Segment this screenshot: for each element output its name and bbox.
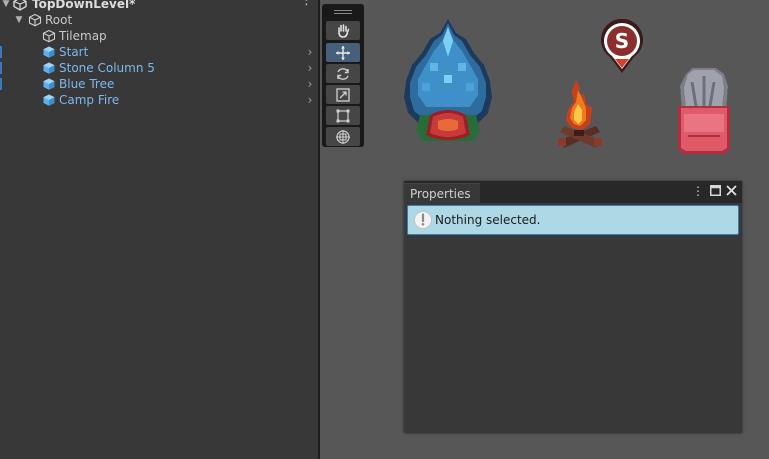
- gameobject-icon: [28, 13, 42, 27]
- hierarchy-item-tilemap[interactable]: Tilemap: [0, 28, 318, 44]
- expand-caret-icon[interactable]: ▼: [1, 0, 11, 12]
- move-tool-button[interactable]: [326, 43, 360, 62]
- stone-column-sprite[interactable]: [676, 66, 732, 156]
- hierarchy-panel: ▼ TopDownLevel* ⋮ ▼ Root Tilemap Start ›…: [0, 0, 318, 459]
- info-message: Nothing selected.: [435, 213, 541, 227]
- hierarchy-item-label: Root: [45, 13, 73, 27]
- info-helpbox: Nothing selected.: [407, 205, 739, 235]
- close-icon[interactable]: [724, 184, 738, 198]
- start-marker-letter: S: [615, 29, 629, 53]
- expand-caret-icon[interactable]: ▼: [14, 12, 24, 28]
- unity-scene-icon: [13, 0, 27, 11]
- chevron-right-icon[interactable]: ›: [304, 92, 316, 108]
- prefab-override-marker: [0, 46, 2, 58]
- rotate-tool-button[interactable]: [326, 64, 360, 83]
- move-icon: [336, 45, 350, 60]
- overlay-grip[interactable]: [334, 10, 352, 11]
- chevron-right-icon[interactable]: ›: [304, 76, 316, 92]
- hierarchy-item-label: Tilemap: [59, 29, 107, 43]
- prefab-override-marker: [0, 62, 2, 74]
- hand-tool-button[interactable]: [326, 21, 360, 40]
- tools-overlay: [322, 4, 364, 147]
- tab-properties[interactable]: Properties: [404, 183, 480, 203]
- scale-tool-button[interactable]: [326, 85, 360, 104]
- hierarchy-item-blue-tree[interactable]: Blue Tree ›: [0, 76, 318, 92]
- hand-icon: [338, 23, 350, 38]
- hierarchy-item-start[interactable]: Start ›: [0, 44, 318, 60]
- camp-fire-sprite[interactable]: [556, 78, 604, 150]
- start-marker-icon[interactable]: S: [598, 19, 646, 75]
- scale-icon: [336, 87, 350, 102]
- hierarchy-item-label: Blue Tree: [59, 77, 115, 91]
- rect-transform-icon: [336, 109, 350, 122]
- hierarchy-item-label: Start: [59, 45, 89, 59]
- maximize-icon[interactable]: [708, 184, 722, 198]
- gameobject-icon: [42, 29, 56, 43]
- transform-icon: [336, 129, 350, 144]
- overlay-grip[interactable]: [334, 13, 352, 14]
- prefab-icon: [43, 94, 55, 106]
- info-icon: [414, 211, 432, 229]
- scene-name: TopDownLevel*: [32, 0, 136, 11]
- chevron-right-icon[interactable]: ›: [304, 60, 316, 76]
- prefab-icon: [43, 46, 55, 58]
- properties-header: Properties ⋮: [404, 181, 742, 203]
- more-options-icon[interactable]: ⋮: [300, 0, 313, 8]
- hierarchy-item-root[interactable]: ▼ Root: [0, 12, 318, 28]
- hierarchy-item-label: Camp Fire: [59, 93, 120, 107]
- prefab-icon: [43, 62, 55, 74]
- prefab-override-marker: [0, 78, 2, 90]
- hierarchy-item-camp-fire[interactable]: Camp Fire ›: [0, 92, 318, 108]
- hierarchy-item-label: Stone Column 5: [59, 61, 155, 75]
- prefab-icon: [43, 78, 55, 90]
- rotate-icon: [337, 67, 349, 80]
- transform-tool-button[interactable]: [326, 127, 360, 146]
- more-options-icon[interactable]: ⋮: [691, 184, 705, 198]
- chevron-right-icon[interactable]: ›: [304, 44, 316, 60]
- hierarchy-item-stone-column-5[interactable]: Stone Column 5 ›: [0, 60, 318, 76]
- rect-tool-button[interactable]: [326, 106, 360, 125]
- properties-window: Properties ⋮ Nothing selected.: [404, 181, 742, 433]
- blue-tree-sprite[interactable]: [400, 17, 496, 150]
- hierarchy-scene-row[interactable]: ▼ TopDownLevel* ⋮: [0, 0, 318, 12]
